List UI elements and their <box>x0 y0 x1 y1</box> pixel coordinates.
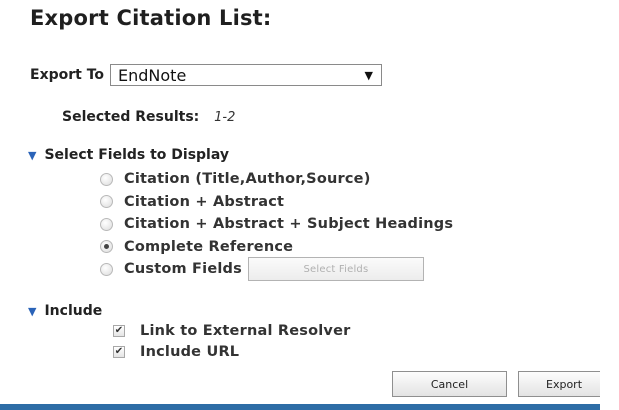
collapse-triangle-icon: ▼ <box>28 148 37 162</box>
dialog-title: Export Citation List: <box>30 6 272 30</box>
radio-button[interactable] <box>100 172 113 186</box>
checkbox-checked[interactable]: ✔ <box>113 345 125 358</box>
dropdown-arrow-icon: ▼ <box>364 68 374 82</box>
selected-results-value: 1-2 <box>214 110 236 125</box>
radio-option-custom-fields[interactable]: Custom Fields Select Fields <box>100 257 453 282</box>
radio-button[interactable] <box>100 195 113 209</box>
checkbox-option-link-resolver[interactable]: ✔ Link to External Resolver <box>113 320 350 341</box>
radio-label: Custom Fields <box>124 261 242 278</box>
include-section-toggle[interactable]: ▼ Include <box>28 303 102 319</box>
checkbox-label: Include URL <box>140 343 240 360</box>
include-section-heading: Include <box>44 303 103 319</box>
selected-results-label: Selected Results: <box>62 109 200 125</box>
fields-section-toggle[interactable]: ▼ Select Fields to Display <box>28 147 229 163</box>
radio-option-complete-reference[interactable]: Complete Reference <box>100 236 453 259</box>
radio-label: Citation + Abstract + Subject Headings <box>124 216 454 233</box>
export-format-select[interactable]: EndNote ▼ <box>110 64 383 86</box>
export-to-row: Export To EndNote ▼ <box>30 64 383 86</box>
radio-button[interactable] <box>100 262 113 276</box>
selected-results-row: Selected Results: 1-2 <box>62 109 235 125</box>
radio-label: Citation + Abstract <box>124 193 285 210</box>
select-fields-button[interactable]: Select Fields <box>247 257 424 282</box>
radio-option-citation[interactable]: Citation (Title,Author,Source) <box>100 168 453 191</box>
checkbox-option-include-url[interactable]: ✔ Include URL <box>113 341 350 362</box>
radio-button[interactable] <box>100 217 113 231</box>
include-checkbox-group: ✔ Link to External Resolver ✔ Include UR… <box>113 320 350 362</box>
export-format-value: EndNote <box>118 65 187 85</box>
right-edge-clip <box>600 0 619 410</box>
radio-option-citation-abstract-subjects[interactable]: Citation + Abstract + Subject Headings <box>100 213 453 236</box>
export-to-label: Export To <box>30 67 105 83</box>
checkbox-checked[interactable]: ✔ <box>113 324 125 337</box>
radio-label: Complete Reference <box>124 238 294 255</box>
export-citation-dialog: Export Citation List: Export To EndNote … <box>0 0 619 410</box>
radio-button-selected[interactable] <box>100 240 113 254</box>
checkbox-label: Link to External Resolver <box>140 322 351 339</box>
radio-label: Citation (Title,Author,Source) <box>124 171 371 188</box>
collapse-triangle-icon: ▼ <box>28 304 37 318</box>
fields-radio-group: Citation (Title,Author,Source) Citation … <box>100 168 453 282</box>
radio-option-citation-abstract[interactable]: Citation + Abstract <box>100 191 453 214</box>
fields-section-heading: Select Fields to Display <box>44 147 229 163</box>
bottom-accent-bar <box>0 404 600 410</box>
cancel-button[interactable]: Cancel <box>392 371 507 397</box>
